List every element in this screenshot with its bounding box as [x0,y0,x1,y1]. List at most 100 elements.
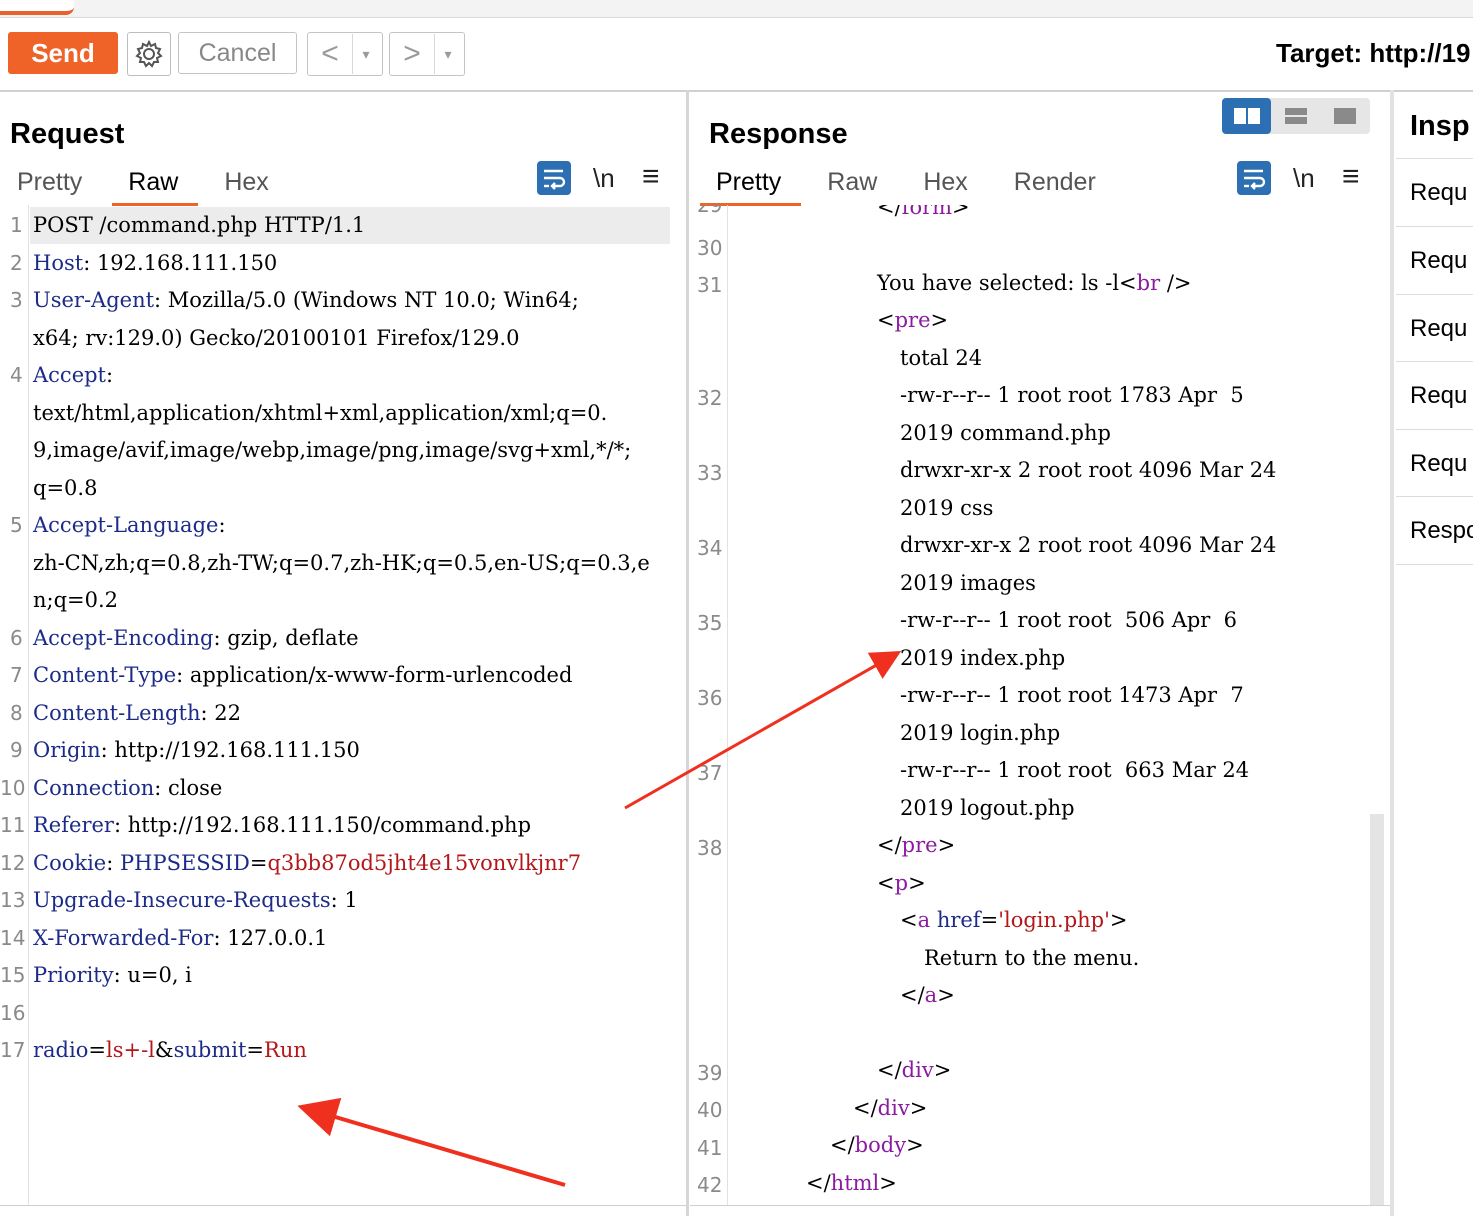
request-line: Accept-Language: [33,513,226,537]
response-line: You have selected: ls -l<br /> [877,271,1192,295]
response-line: -rw-r--r-- 1 root root 1473 Apr 7 [900,683,1244,707]
inspector-section[interactable]: Requ [1396,361,1473,429]
tab-fragment: ' [104,0,106,7]
request-line: Origin: http://192.168.111.150 [33,738,360,762]
wrap-lines-icon [544,169,566,190]
inspector-section-label: Requ [1410,315,1468,342]
line-number: 10 [0,776,26,800]
response-tab-pretty[interactable]: Pretty [699,168,802,206]
line-number: 8 [10,701,23,725]
request-line: POST /command.php HTTP/1.1 [33,213,366,237]
response-line: </form> [877,205,970,219]
request-line: Connection: close [33,776,223,800]
request-newline-toggle[interactable]: \n [593,163,615,194]
request-line-continued: 9,image/avif,image/webp,image/png,image/… [33,438,632,462]
response-tab-raw[interactable]: Raw [827,168,877,203]
response-line: </div> [877,1058,952,1082]
request-line-continued: q=0.8 [33,476,98,500]
forward-button[interactable]: > [390,34,435,74]
request-line: Referer: http://192.168.111.150/command.… [33,813,532,837]
line-number: 14 [0,926,26,950]
inspector-section[interactable]: Requ [1396,429,1473,497]
cancel-button[interactable]: Cancel [178,32,297,74]
request-line: Content-Length: 22 [33,701,241,725]
response-line: Return to the menu. [924,946,1140,970]
line-number: 37 [697,761,723,785]
active-repeater-tab[interactable] [0,0,74,15]
request-line-continued: n;q=0.2 [33,588,119,612]
line-number: 40 [697,1098,723,1122]
response-tab-render[interactable]: Render [1014,168,1096,203]
request-line: Upgrade-Insecure-Requests: 1 [33,888,358,912]
line-number: 38 [697,836,723,860]
response-wrap-toggle[interactable] [1237,161,1271,195]
line-number: 1 [10,213,23,237]
line-number: 2 [10,251,23,275]
back-button[interactable]: < [308,34,353,74]
request-tab-raw[interactable]: Raw [112,168,199,206]
response-newline-toggle[interactable]: \n [1293,163,1315,194]
request-line: Accept: [33,363,114,387]
history-forward-group: > ▾ [389,32,465,76]
line-number: 15 [0,963,26,987]
response-line: </div> [853,1096,928,1120]
layout-switcher [1222,98,1370,134]
inspector-divider[interactable] [1390,90,1394,1216]
line-number: 13 [0,888,26,912]
response-tab-hex[interactable]: Hex [923,168,967,203]
response-line: </body> [830,1133,924,1157]
inspector-section[interactable]: Requ [1396,158,1473,226]
request-line: Accept-Encoding: gzip, deflate [33,626,359,650]
history-back-group: < ▾ [307,32,383,76]
line-number: 12 [0,851,26,875]
response-line: 2019 command.php [900,421,1111,445]
back-dropdown-icon[interactable]: ▾ [353,46,379,63]
inspector-section[interactable]: Requ [1396,226,1473,294]
response-scrollbar[interactable] [1370,814,1384,1206]
request-editor[interactable]: 1 POST /command.php HTTP/1.1 2 Host: 192… [0,205,686,1206]
layout-tabbed[interactable] [1321,98,1370,134]
request-menu-icon[interactable]: ≡ [642,160,660,194]
rows-icon [1284,108,1307,124]
inspector-section[interactable]: Requ [1396,294,1473,362]
response-line: -rw-r--r-- 1 root root 506 Apr 6 [900,608,1238,632]
request-tab-pretty[interactable]: Pretty [17,168,82,203]
line-number: 9 [10,738,23,762]
inspector-section-label: Requ [1410,382,1468,409]
line-number: 39 [697,1061,723,1085]
request-tabs: Pretty Raw Hex [17,168,269,206]
response-menu-icon[interactable]: ≡ [1342,160,1360,194]
response-line: <p> [877,871,926,895]
inspector-title: Insp [1410,110,1470,142]
send-button[interactable]: Send [8,32,118,74]
line-number: 33 [697,461,723,485]
panel-divider[interactable] [686,90,689,1216]
request-body-line: radio=ls+-l&submit=Run [33,1038,307,1062]
layout-side-by-side[interactable] [1222,98,1272,134]
response-line: </a> [900,983,955,1007]
settings-button[interactable] [127,32,171,76]
response-line: <pre> [877,308,949,332]
line-number: 4 [10,363,23,387]
inspector-section[interactable]: Respo [1396,496,1473,565]
response-line: -rw-r--r-- 1 root root 663 Mar 24 [900,758,1250,782]
request-line: Host: 192.168.111.150 [33,251,278,275]
target-label[interactable]: Target: http://19 [1276,38,1471,69]
request-wrap-toggle[interactable] [537,161,571,195]
request-line: User-Agent: Mozilla/5.0 (Windows NT 10.0… [33,288,579,312]
gear-icon [135,39,163,68]
layout-stacked[interactable] [1271,98,1320,134]
line-number: 34 [697,536,723,560]
line-number: 16 [0,1001,26,1025]
request-line: Cookie: PHPSESSID=q3bb87od5jht4e15vonvlk… [33,851,582,875]
forward-dropdown-icon[interactable]: ▾ [435,46,461,63]
request-tab-hex[interactable]: Hex [224,168,268,203]
line-number: 42 [697,1173,723,1197]
response-editor[interactable]: 29 </form> 30 31 You have selected: ls -… [690,205,1390,1206]
request-line: Content-Type: application/x-www-form-url… [33,663,573,687]
response-tabs: Pretty Raw Hex Render [699,168,1096,206]
response-line: -rw-r--r-- 1 root root 1783 Apr 5 [900,383,1244,407]
repeater-toolbar: Send Cancel < ▾ > ▾ Target: http://19 [0,18,1473,92]
request-line: X-Forwarded-For: 127.0.0.1 [33,926,328,950]
response-title: Response [709,118,848,150]
